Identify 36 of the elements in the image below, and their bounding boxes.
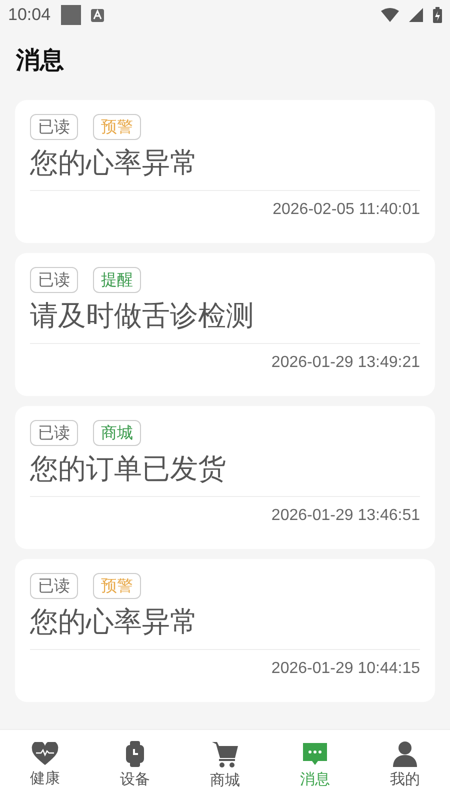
watch-icon: [125, 741, 145, 767]
category-tag: 提醒: [93, 267, 141, 293]
message-text: 您的心率异常: [30, 604, 199, 640]
message-text: 请及时做舌诊检测: [30, 298, 255, 334]
category-tag: 预警: [93, 114, 141, 140]
nav-tab[interactable]: 健康: [0, 730, 90, 800]
cart-icon: [211, 740, 239, 768]
status-time: 10:04: [8, 5, 51, 25]
wifi-icon: [381, 8, 399, 22]
read-tag: 已读: [30, 267, 78, 293]
message-card[interactable]: 已读 提醒 请及时做舌诊检测 2026-01-29 13:49:21: [15, 253, 435, 396]
nav-tab[interactable]: 商城: [180, 730, 270, 800]
read-tag: 已读: [30, 573, 78, 599]
message-card[interactable]: 已读 商城 您的订单已发货 2026-01-29 13:46:51: [15, 406, 435, 549]
message-time: 2026-01-29 13:49:21: [271, 354, 420, 372]
person-icon: [393, 741, 417, 767]
message-time: 2026-01-29 10:44:15: [271, 660, 420, 678]
signal-icon: [409, 8, 423, 22]
category-tag: 商城: [93, 420, 141, 446]
read-tag: 已读: [30, 420, 78, 446]
message-card[interactable]: 已读 预警 您的心率异常 2026-01-29 10:44:15: [15, 559, 435, 702]
page-title: 消息: [16, 45, 65, 76]
chat-icon: [302, 741, 328, 767]
nav-tab[interactable]: 我的: [360, 730, 450, 800]
message-text: 您的订单已发货: [30, 451, 227, 487]
app-icon: [90, 8, 104, 22]
message-card[interactable]: 已读 预警 您的心率异常 2026-02-05 11:40:01: [15, 100, 435, 243]
heart-icon: [31, 742, 59, 766]
battery-icon: [433, 7, 442, 23]
message-text: 您的心率异常: [30, 145, 199, 181]
message-time: 2026-01-29 13:46:51: [271, 507, 420, 525]
nav-tab[interactable]: 设备: [90, 730, 180, 800]
read-tag: 已读: [30, 114, 78, 140]
category-tag: 预警: [93, 573, 141, 599]
notification-icon: [60, 5, 81, 25]
message-time: 2026-02-05 11:40:01: [272, 201, 420, 219]
